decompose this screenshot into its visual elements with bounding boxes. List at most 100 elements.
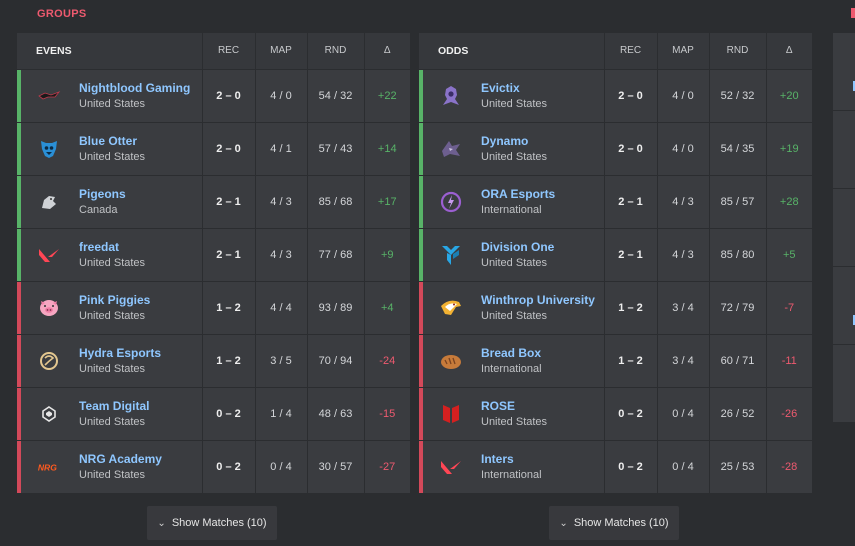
- group-evens: EVENS REC MAP RND Δ Nightblood Gaming Uni…: [17, 33, 410, 494]
- team-info: Blue Otter United States: [17, 123, 202, 175]
- side-panel-row: [833, 345, 855, 422]
- team-name-link[interactable]: Hydra Esports: [79, 345, 161, 361]
- team-region: United States: [79, 309, 146, 322]
- team-names: Division One United States: [481, 239, 554, 271]
- table-row: Blue Otter United States 2 – 04 / 1 57 / 43…: [17, 122, 410, 176]
- map-cell: 4 / 3: [255, 228, 308, 282]
- status-bar-loss: [17, 387, 21, 440]
- round-cell: 85 / 68: [307, 175, 365, 229]
- record-cell: 0 – 2: [604, 387, 658, 441]
- team-info: Hydra Esports United States: [17, 335, 202, 387]
- team-region: International: [481, 203, 542, 216]
- status-bar-loss: [419, 387, 423, 440]
- round-diff-cell: -27: [364, 440, 410, 494]
- status-bar-loss: [419, 440, 423, 493]
- team-name-link[interactable]: Division One: [481, 239, 554, 255]
- status-bar-win: [419, 69, 423, 122]
- team-name-link[interactable]: NRG Academy: [79, 451, 162, 467]
- map-cell: 4 / 3: [657, 228, 710, 282]
- show-matches-button-odds[interactable]: ⌄ Show Matches (10): [549, 506, 679, 540]
- team-region: United States: [481, 415, 548, 428]
- status-bar-win: [419, 228, 423, 281]
- team-name-link[interactable]: ROSE: [481, 398, 547, 414]
- team-name-link[interactable]: Team Digital: [79, 398, 149, 414]
- table-row: Winthrop University United States 1 – 23 /…: [419, 281, 812, 335]
- rose-logo-icon: [439, 402, 463, 426]
- team-info: Team Digital United States: [17, 388, 202, 440]
- team-name-link[interactable]: Dynamo: [481, 133, 547, 149]
- team-cell: Evictix United States: [419, 69, 605, 123]
- team-info: Pink Piggies United States: [17, 282, 202, 334]
- team-cell: Pigeons Canada: [17, 175, 203, 229]
- team-region: United States: [481, 97, 548, 110]
- team-name-link[interactable]: Nightblood Gaming: [79, 80, 190, 96]
- round-cell: 60 / 71: [709, 334, 767, 388]
- round-cell: 57 / 43: [307, 122, 365, 176]
- group-table-odds: ODDS REC MAP RND Δ Evictix United States 2…: [419, 33, 812, 494]
- record-cell: 2 – 0: [202, 69, 256, 123]
- team-name-link[interactable]: Pink Piggies: [79, 292, 150, 308]
- team-region: United States: [79, 150, 146, 163]
- record-cell: 1 – 2: [604, 281, 658, 335]
- team-name-link[interactable]: Winthrop University: [481, 292, 595, 308]
- round-diff-cell: -7: [766, 281, 812, 335]
- team-name-link[interactable]: Evictix: [481, 80, 547, 96]
- team-name-link[interactable]: Bread Box: [481, 345, 542, 361]
- team-region: United States: [79, 415, 146, 428]
- ora-logo-icon: [439, 190, 463, 214]
- round-diff-cell: +9: [364, 228, 410, 282]
- round-diff-cell: +22: [364, 69, 410, 123]
- team-names: Evictix United States: [481, 80, 547, 112]
- team-names: Pink Piggies United States: [79, 292, 150, 324]
- table-header: ODDS REC MAP RND Δ: [419, 33, 812, 70]
- show-matches-label: Show Matches (10): [171, 517, 267, 529]
- map-cell: 3 / 4: [657, 334, 710, 388]
- round-diff-cell: +14: [364, 122, 410, 176]
- team-info: NRG NRG Academy United States: [17, 441, 202, 493]
- team-names: Team Digital United States: [79, 398, 149, 430]
- team-name-link[interactable]: Blue Otter: [79, 133, 145, 149]
- team-cell: Inters International: [419, 440, 605, 494]
- section-title: GROUPS: [37, 8, 87, 20]
- table-row: Evictix United States 2 – 04 / 0 52 / 32 +20: [419, 69, 812, 123]
- team-names: Inters International: [481, 451, 542, 483]
- round-cell: 72 / 79: [709, 281, 767, 335]
- table-row: Team Digital United States 0 – 21 / 4 48 / …: [17, 387, 410, 441]
- round-cell: 48 / 63: [307, 387, 365, 441]
- group-odds: ODDS REC MAP RND Δ Evictix United States 2…: [419, 33, 812, 494]
- team-region: United States: [481, 309, 548, 322]
- round-diff-cell: +20: [766, 69, 812, 123]
- page: GROUPS EVENS REC MAP RND Δ Nightblood Ga…: [0, 0, 855, 546]
- record-cell: 2 – 1: [202, 175, 256, 229]
- table-row: Pigeons Canada 2 – 14 / 3 85 / 68 +17: [17, 175, 410, 229]
- round-cell: 52 / 32: [709, 69, 767, 123]
- show-matches-button-evens[interactable]: ⌄ Show Matches (10): [147, 506, 277, 540]
- team-cell: freedat United States: [17, 228, 203, 282]
- map-cell: 4 / 0: [657, 122, 710, 176]
- division-one-logo-icon: [439, 243, 463, 267]
- record-cell: 2 – 0: [604, 122, 658, 176]
- team-region: United States: [481, 256, 548, 269]
- valorant-logo-icon: [37, 243, 61, 267]
- team-cell: Dynamo United States: [419, 122, 605, 176]
- winthrop-logo-icon: [439, 296, 463, 320]
- round-diff-cell: -26: [766, 387, 812, 441]
- cut-off-title-fragment: [851, 8, 855, 18]
- team-name-link[interactable]: Inters: [481, 451, 542, 467]
- team-info: freedat United States: [17, 229, 202, 281]
- team-info: Dynamo United States: [419, 123, 604, 175]
- map-cell: 1 / 4: [255, 387, 308, 441]
- team-names: Bread Box International: [481, 345, 542, 377]
- team-name-link[interactable]: freedat: [79, 239, 145, 255]
- table-row: Hydra Esports United States 1 – 23 / 5 70 /…: [17, 334, 410, 388]
- record-cell: 1 – 2: [604, 334, 658, 388]
- team-region: United States: [79, 256, 146, 269]
- team-name-link[interactable]: Pigeons: [79, 186, 126, 202]
- team-name-link[interactable]: ORA Esports: [481, 186, 555, 202]
- team-names: ORA Esports International: [481, 186, 555, 218]
- map-cell: 4 / 0: [657, 69, 710, 123]
- table-row: ROSE United States 0 – 20 / 4 26 / 52 -26: [419, 387, 812, 441]
- team-info: Evictix United States: [419, 70, 604, 122]
- table-row: Dynamo United States 2 – 04 / 0 54 / 35 +19: [419, 122, 812, 176]
- team-region: International: [481, 468, 542, 481]
